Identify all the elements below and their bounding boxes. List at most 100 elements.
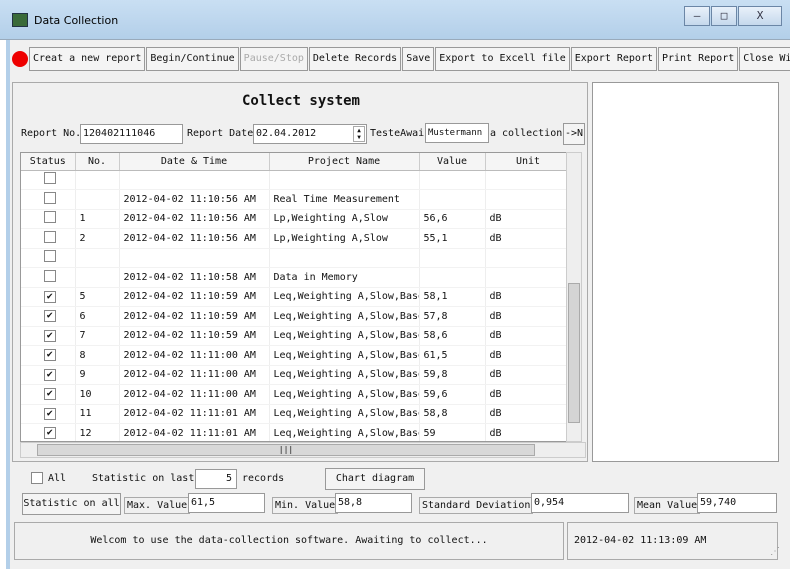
- unit-cell: dB: [485, 306, 569, 327]
- close-button[interactable]: X: [738, 6, 782, 26]
- status-checkbox[interactable]: [43, 230, 56, 243]
- status-cell: [21, 189, 76, 210]
- toolbar: Creat a new report Begin/Continue Pause/…: [29, 47, 790, 71]
- collection-label: a collection: [490, 128, 563, 139]
- status-checkbox[interactable]: [43, 269, 56, 282]
- project-cell: Leq,Weighting A,Slow,Base: [269, 404, 420, 424]
- table-row[interactable]: [21, 248, 569, 268]
- datetime-cell: 2012-04-02 11:10:56 AM: [119, 209, 270, 229]
- project-cell: [269, 170, 420, 190]
- last-count-input[interactable]: 5: [195, 469, 237, 489]
- project-cell: Leq,Weighting A,Slow,Base: [269, 365, 420, 385]
- project-cell: Lp,Weighting A,Slow: [269, 228, 420, 249]
- vertical-scrollbar[interactable]: [566, 152, 582, 442]
- unit-cell: dB: [485, 287, 569, 307]
- project-cell: Leq,Weighting A,Slow,Base: [269, 423, 420, 441]
- close-window-button[interactable]: Close Window: [739, 47, 790, 71]
- value-cell: 56,6: [419, 209, 486, 229]
- collection-arrow-button[interactable]: ->N: [563, 123, 585, 145]
- datetime-cell: 2012-04-02 11:11:01 AM: [119, 423, 270, 441]
- report-date-input[interactable]: 02.04.2012 ▲ ▼: [253, 124, 367, 144]
- col-unit[interactable]: Unit: [485, 153, 569, 171]
- resize-grip-icon[interactable]: ⋰: [770, 546, 780, 557]
- status-cell: ✔: [21, 404, 76, 424]
- statistic-all-button[interactable]: Statistic on all: [22, 493, 121, 515]
- value-cell: 58,8: [419, 404, 486, 424]
- status-cell: [21, 170, 76, 190]
- export-excel-button[interactable]: Export to Excell file: [435, 47, 570, 71]
- status-checkbox[interactable]: ✔: [43, 427, 56, 440]
- datetime-cell: 2012-04-02 11:10:59 AM: [119, 287, 270, 307]
- value-cell: 57,8: [419, 306, 486, 327]
- table-row[interactable]: ✔ 8 2012-04-02 11:11:00 AM Leq,Weighting A,…: [21, 345, 569, 366]
- table-row[interactable]: 2012-04-02 11:10:58 AM Data in Memory: [21, 267, 569, 288]
- table-row[interactable]: ✔ 11 2012-04-02 11:11:01 AM Leq,Weighting A…: [21, 404, 569, 424]
- all-label: All: [48, 473, 67, 484]
- status-checkbox[interactable]: [43, 250, 56, 263]
- value-cell: [419, 170, 486, 190]
- project-cell: Leq,Weighting A,Slow,Base: [269, 306, 420, 327]
- horizontal-scrollbar[interactable]: |||: [20, 442, 586, 458]
- report-no-input[interactable]: 120402111046: [80, 124, 183, 144]
- value-cell: 59,8: [419, 365, 486, 385]
- table-row[interactable]: 2012-04-02 11:10:56 AM Real Time Measurem…: [21, 189, 569, 210]
- table-row[interactable]: ✔ 5 2012-04-02 11:10:59 AM Leq,Weighting A,…: [21, 287, 569, 307]
- maximize-button[interactable]: □: [711, 6, 737, 26]
- col-project[interactable]: Project Name: [269, 153, 420, 171]
- project-cell: Data in Memory: [269, 267, 420, 288]
- datetime-cell: 2012-04-02 11:11:00 AM: [119, 345, 270, 366]
- report-no-label: Report No.: [21, 128, 82, 139]
- status-checkbox[interactable]: [43, 191, 56, 204]
- all-checkbox[interactable]: [31, 472, 43, 484]
- scroll-thumb[interactable]: [568, 283, 580, 423]
- max-label: Max. Value: [124, 497, 191, 514]
- status-cell: ✔: [21, 345, 76, 366]
- window-title: Data Collection: [34, 14, 119, 27]
- col-value[interactable]: Value: [419, 153, 486, 171]
- save-button[interactable]: Save: [402, 47, 435, 71]
- table-row[interactable]: 2 2012-04-02 11:10:56 AM Lp,Weighting A,Sl…: [21, 228, 569, 249]
- new-report-button[interactable]: Creat a new report: [29, 47, 146, 71]
- status-cell: ✔: [21, 423, 76, 441]
- table-row[interactable]: [21, 170, 569, 190]
- status-checkbox[interactable]: [43, 211, 56, 224]
- unit-cell: dB: [485, 365, 569, 385]
- status-checkbox[interactable]: ✔: [43, 368, 56, 381]
- unit-cell: dB: [485, 209, 569, 229]
- col-datetime[interactable]: Date & Time: [119, 153, 270, 171]
- status-checkbox[interactable]: ✔: [43, 388, 56, 401]
- status-checkbox[interactable]: ✔: [43, 310, 56, 323]
- table-row[interactable]: ✔ 6 2012-04-02 11:10:59 AM Leq,Weighting A,…: [21, 306, 569, 327]
- min-value: 58,8: [335, 493, 412, 513]
- status-checkbox[interactable]: ✔: [43, 349, 56, 362]
- minimize-button[interactable]: –: [684, 6, 710, 26]
- status-checkbox[interactable]: ✔: [43, 407, 56, 420]
- table-row[interactable]: ✔ 12 2012-04-02 11:11:01 AM Leq,Weighting A…: [21, 423, 569, 441]
- status-checkbox[interactable]: [43, 172, 56, 185]
- no-cell: 2: [75, 228, 120, 249]
- table-row[interactable]: ✔ 7 2012-04-02 11:10:59 AM Leq,Weighting A,…: [21, 326, 569, 346]
- tester-input[interactable]: Mustermann: [425, 123, 489, 143]
- begin-continue-button[interactable]: Begin/Continue: [146, 47, 239, 71]
- date-spinner[interactable]: ▲ ▼: [353, 126, 365, 142]
- hscroll-thumb[interactable]: |||: [37, 444, 535, 456]
- status-checkbox[interactable]: ✔: [43, 290, 56, 303]
- no-cell: [75, 170, 120, 190]
- col-no[interactable]: No.: [75, 153, 120, 171]
- col-status[interactable]: Status: [21, 153, 76, 171]
- std-value: 0,954: [531, 493, 629, 513]
- pause-stop-button[interactable]: Pause/Stop: [239, 47, 308, 71]
- table-row[interactable]: ✔ 10 2012-04-02 11:11:00 AM Leq,Weighting A…: [21, 384, 569, 405]
- project-cell: Lp,Weighting A,Slow: [269, 209, 420, 229]
- status-cell: [21, 228, 76, 249]
- no-cell: 6: [75, 306, 120, 327]
- delete-records-button[interactable]: Delete Records: [308, 47, 402, 71]
- table-row[interactable]: 1 2012-04-02 11:10:56 AM Lp,Weighting A,Sl…: [21, 209, 569, 229]
- print-report-button[interactable]: Print Report: [658, 47, 739, 71]
- export-report-button[interactable]: Export Report: [570, 47, 657, 71]
- no-cell: 9: [75, 365, 120, 385]
- datetime-cell: [119, 248, 270, 268]
- status-checkbox[interactable]: ✔: [43, 329, 56, 342]
- table-row[interactable]: ✔ 9 2012-04-02 11:11:00 AM Leq,Weighting A,…: [21, 365, 569, 385]
- chart-diagram-button[interactable]: Chart diagram: [325, 468, 425, 490]
